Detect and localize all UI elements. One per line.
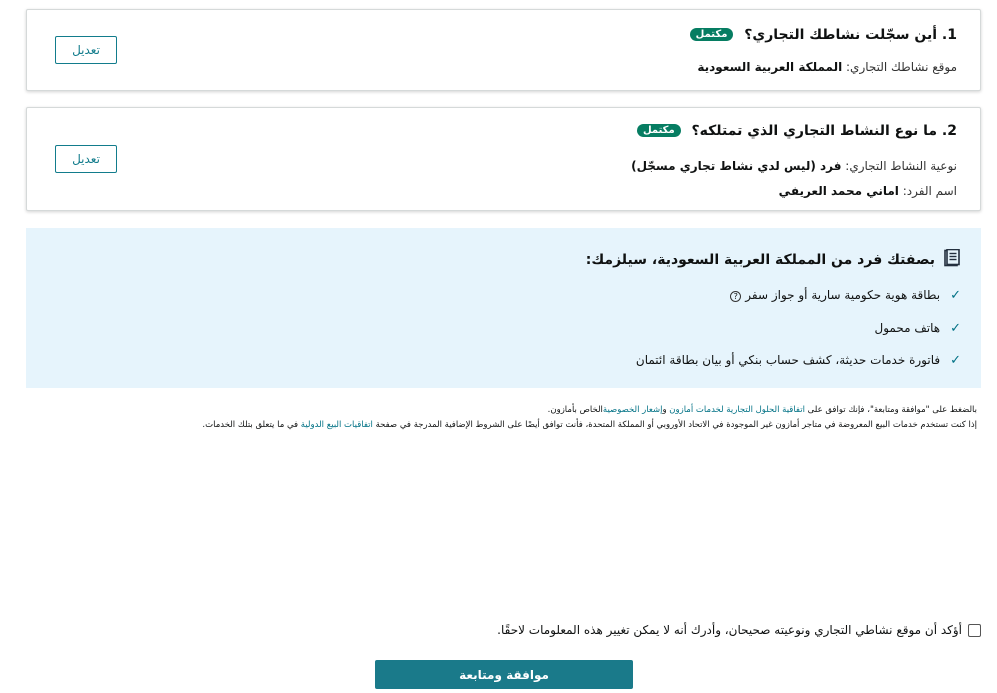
business-location-card: 1. أين سجّلت نشاطك التجاري؟ مكتمل موقع ن…: [26, 9, 981, 91]
section-2-title: 2. ما نوع النشاط التجاري الذي تمتلكه؟ مك…: [636, 123, 957, 139]
complete-badge: مكتمل: [636, 124, 681, 137]
agreement-link[interactable]: اتفاقية الحلول التجارية لخدمات أمازون: [669, 405, 805, 415]
terms-line-2: إذا كنت تستخدم خدمات البيع المعروضة في م…: [202, 420, 977, 430]
terms-text: الخاص بأمازون.: [547, 405, 603, 415]
business-type-card: 2. ما نوع النشاط التجاري الذي تمتلكه؟ مك…: [26, 107, 981, 211]
check-icon: ✓: [950, 288, 961, 303]
requirement-phone-text: هاتف محمول: [874, 321, 941, 335]
terms-text: في ما يتعلق بتلك الخدمات.: [202, 420, 301, 430]
requirements-title-text: بصفتك فرد من المملكة العربية السعودية، س…: [585, 252, 935, 268]
terms-text: إذا كنت تستخدم خدمات البيع المعروضة في م…: [372, 420, 977, 430]
requirement-bill-text: فاتورة خدمات حديثة، كشف حساب بنكي أو بيا…: [635, 353, 941, 367]
business-type-value: فرد (ليس لدي نشاط تجاري مسجّل): [631, 159, 842, 173]
check-icon: ✓: [950, 321, 961, 336]
requirement-id-text: بطاقة هوية حكومية سارية أو جواز سفر: [745, 288, 941, 302]
business-location-line: موقع نشاطك التجاري: المملكة العربية السع…: [697, 60, 957, 74]
section-1-title-text: 1. أين سجّلت نشاطك التجاري؟: [744, 27, 957, 43]
confirm-row: أؤكد أن موقع نشاطي التجاري ونوعيته صحيحا…: [497, 623, 981, 637]
business-location-value: المملكة العربية السعودية: [697, 60, 843, 74]
individual-name-value: اماني محمد العريفي: [778, 184, 899, 198]
business-type-line: نوعية النشاط التجاري: فرد (ليس لدي نشاط …: [631, 159, 957, 173]
business-type-label: نوعية النشاط التجاري:: [841, 159, 957, 173]
edit-location-button[interactable]: تعديل: [55, 36, 117, 64]
confirm-checkbox[interactable]: [968, 624, 981, 637]
section-1-title: 1. أين سجّلت نشاطك التجاري؟ مكتمل: [689, 27, 957, 43]
requirement-item: ✓ فاتورة خدمات حديثة، كشف حساب بنكي أو بي…: [636, 353, 961, 368]
terms-line-1: بالضغط على "موافقة ومتابعة"، فإنك توافق …: [548, 405, 977, 415]
requirement-item: ✓ بطاقة هوية حكومية سارية أو جواز سفر?: [730, 288, 961, 303]
requirement-item: ✓ هاتف محمول: [875, 321, 962, 336]
edit-business-type-button[interactable]: تعديل: [55, 145, 117, 173]
business-location-label: موقع نشاطك التجاري:: [842, 60, 957, 74]
agree-continue-button[interactable]: موافقة ومتابعة: [375, 660, 633, 689]
help-icon[interactable]: ?: [730, 291, 742, 302]
individual-name-line: اسم الفرد: اماني محمد العريفي: [779, 184, 957, 198]
terms-text: بالضغط على "موافقة ومتابعة"، فإنك توافق …: [804, 405, 977, 415]
document-icon: [943, 248, 961, 271]
privacy-link[interactable]: إشعار الخصوصية: [603, 405, 663, 415]
confirm-text: أؤكد أن موقع نشاطي التجاري ونوعيته صحيحا…: [497, 623, 962, 637]
complete-badge: مكتمل: [689, 28, 734, 41]
requirements-box: بصفتك فرد من المملكة العربية السعودية، س…: [26, 228, 981, 388]
requirements-title: بصفتك فرد من المملكة العربية السعودية، س…: [585, 248, 961, 271]
individual-name-label: اسم الفرد:: [898, 184, 957, 198]
section-2-title-text: 2. ما نوع النشاط التجاري الذي تمتلكه؟: [691, 123, 957, 139]
international-selling-link[interactable]: اتفاقيات البيع الدولية: [301, 420, 373, 430]
check-icon: ✓: [950, 353, 961, 368]
